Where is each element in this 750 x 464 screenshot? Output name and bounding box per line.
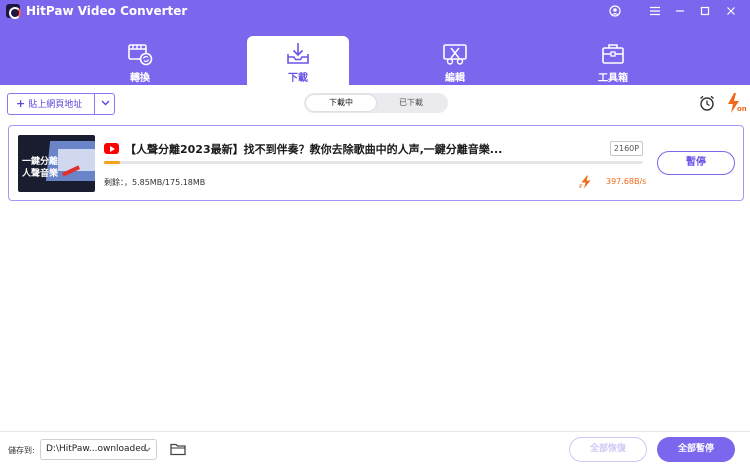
lightning-speed-icon [579,175,591,189]
segment-downloaded[interactable]: 已下載 [376,95,446,111]
resolution-badge: 2160P [610,141,643,156]
youtube-icon [104,143,119,154]
chevron-down-icon [101,100,109,106]
chevron-down-icon [143,447,151,452]
app-header: HitPaw Video Converter 轉換 下載 編輯 工具箱 [0,0,750,85]
pause-button[interactable]: 暫停 [657,151,735,175]
save-to-label: 儲存到: [8,446,35,455]
tab-label: 工具箱 [598,73,628,84]
resume-all-button[interactable]: 全部恢復 [569,437,647,462]
minimize-icon[interactable] [671,2,689,20]
pause-all-button[interactable]: 全部暫停 [657,437,735,462]
close-icon[interactable] [722,2,740,20]
video-title: 【人聲分離2023最新】找不到伴奏？教你去除歌曲中的人声,一鍵分離音樂... [125,143,503,156]
download-item: 一鍵分離 人聲音樂 【人聲分離2023最新】找不到伴奏？教你去除歌曲中的人声,一… [8,125,744,201]
tab-label: 下載 [288,73,308,84]
save-path-value: D:\HitPaw...ownloaded [46,444,147,454]
menu-icon[interactable] [646,2,664,20]
download-status-toggle: 下載中 已下載 [304,93,448,113]
title-bar: HitPaw Video Converter [0,0,750,22]
maximize-icon[interactable] [696,2,714,20]
bottom-bar: 儲存到: D:\HitPaw...ownloaded 全部恢復 全部暫停 [0,431,750,464]
folder-icon[interactable] [170,442,186,456]
svg-text:on: on [737,105,746,113]
tab-label: 轉換 [130,73,150,84]
tab-convert[interactable]: 轉換 [89,36,191,85]
turbo-speed-icon[interactable]: on [724,92,746,114]
save-path-select[interactable]: D:\HitPaw...ownloaded [40,439,157,460]
plus-icon: + [16,97,26,110]
tab-toolbox[interactable]: 工具箱 [562,36,664,85]
paste-url-button[interactable]: + 貼上網頁地址 [7,93,115,115]
paste-url-dropdown[interactable] [94,94,115,114]
video-thumbnail: 一鍵分離 人聲音樂 [18,135,95,192]
segment-downloading[interactable]: 下載中 [306,95,376,111]
scissors-edit-icon [443,44,467,65]
download-speed: 397.68B/s [606,177,647,186]
tab-label: 編輯 [445,73,465,84]
tab-edit[interactable]: 編輯 [404,36,506,85]
app-title: HitPaw Video Converter [26,4,188,18]
download-progress-fill [104,161,121,164]
download-progress-bar [104,161,643,164]
film-convert-icon [128,44,153,66]
toolbox-icon [602,44,624,64]
thumbnail-text-line-2: 人聲音樂 [22,169,59,179]
paste-url-label: 貼上網頁地址 [28,100,83,110]
tab-download[interactable]: 下載 [247,36,349,85]
app-logo-icon [6,4,21,19]
alarm-clock-icon[interactable] [698,94,716,112]
account-icon[interactable] [606,2,624,20]
download-tray-icon [287,43,309,64]
remaining-size: 剩餘：，5.85MB/175.18MB [104,178,206,187]
paste-url-main[interactable]: + 貼上網頁地址 [8,94,94,114]
